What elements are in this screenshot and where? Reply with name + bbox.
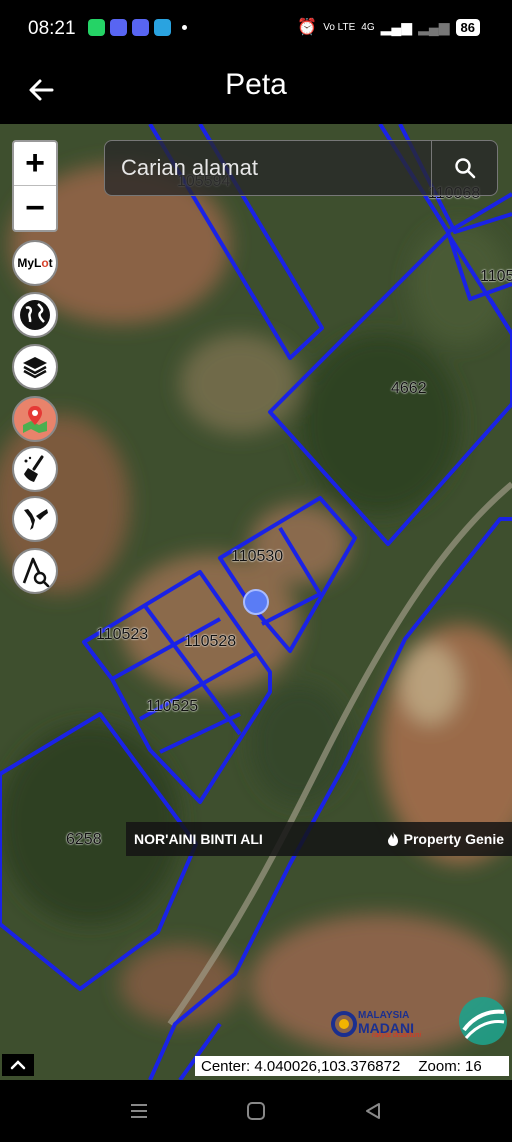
system-back-button[interactable] xyxy=(353,1091,393,1131)
measure-button[interactable] xyxy=(12,548,58,594)
zoom-control: + − xyxy=(12,140,58,232)
madani-logo: MALAYSIA MADANI rakyat disantuni xyxy=(330,1008,436,1042)
home-icon xyxy=(246,1102,265,1120)
map-pin-icon xyxy=(23,406,47,433)
triangle-back-icon xyxy=(366,1103,381,1119)
clear-button[interactable] xyxy=(12,446,58,492)
parcel-label[interactable]: 6258 xyxy=(66,831,102,849)
madani-tagline: rakyat disantuni xyxy=(372,1032,422,1039)
recents-icon xyxy=(130,1104,147,1118)
recents-button[interactable] xyxy=(119,1091,159,1131)
chevron-up-icon xyxy=(10,1060,26,1070)
mylot-icon: MyLot xyxy=(17,256,53,270)
map-pin-button[interactable] xyxy=(12,396,58,442)
alarm-icon: ⏰ xyxy=(297,19,318,36)
parcel-label[interactable]: 110528 xyxy=(184,633,236,651)
parcel-label[interactable]: 4662 xyxy=(391,380,427,398)
map-coordinates-bar: Center: 4.040026,103.376872 Zoom: 16 xyxy=(195,1056,509,1076)
status-indicators: ⏰ Vo LTE 4G ▂▄▆ ▂▄▆ 86 xyxy=(297,17,480,37)
property-genie-label: Property Genie xyxy=(403,831,504,847)
home-button[interactable] xyxy=(236,1091,276,1131)
status-bar: 08:21 ⏰ Vo LTE 4G ▂▄▆ ▂▄▆ 86 xyxy=(0,0,512,56)
owner-info-bar[interactable]: NOR'AINI BINTI ALI Property Genie xyxy=(126,822,512,856)
mylot-button[interactable]: MyLot xyxy=(12,240,58,286)
signal-icon-2: ▂▄▆ xyxy=(418,18,450,35)
discord-icon xyxy=(110,19,127,36)
parcel-label[interactable]: 110530 xyxy=(231,548,283,566)
zoom-in-button[interactable]: + xyxy=(14,142,56,186)
parcel-label[interactable]: 1105 xyxy=(480,268,512,286)
map-center: Center: 4.040026,103.376872 xyxy=(201,1057,401,1075)
search-button[interactable] xyxy=(431,141,497,195)
page-title: Peta xyxy=(225,68,287,101)
current-location-dot xyxy=(243,589,269,615)
globe-icon xyxy=(20,300,50,330)
status-notification-icons xyxy=(88,19,187,36)
measure-icon xyxy=(22,557,50,587)
search-input[interactable] xyxy=(105,141,433,195)
malaysia-map-button[interactable] xyxy=(12,496,58,542)
whatsapp-icon xyxy=(88,19,105,36)
madani-emblem-icon xyxy=(331,1011,357,1037)
satellite-imagery xyxy=(0,124,512,1080)
broom-icon xyxy=(24,455,44,482)
parcel-label[interactable]: 110523 xyxy=(96,626,148,644)
map-view[interactable]: 105594 110068 1105 4662 110530 110523 11… xyxy=(0,124,512,1080)
network-type: 4G xyxy=(361,21,375,33)
layers-icon xyxy=(23,357,47,379)
system-nav-bar xyxy=(0,1080,512,1142)
more-notifications-dot xyxy=(182,25,187,30)
layers-button[interactable] xyxy=(12,344,58,390)
parcel-label[interactable]: 110525 xyxy=(146,698,198,716)
expand-button[interactable] xyxy=(2,1054,34,1076)
battery-level: 86 xyxy=(455,18,480,36)
status-time: 08:21 xyxy=(28,18,76,39)
signal-icon: ▂▄▆ xyxy=(380,18,413,35)
owner-name: NOR'AINI BINTI ALI xyxy=(134,831,263,847)
property-genie-brand: Property Genie xyxy=(386,831,504,847)
globe-button[interactable] xyxy=(12,292,58,338)
map-zoom-level: Zoom: 16 xyxy=(418,1057,482,1075)
flame-icon xyxy=(387,832,398,846)
agency-logo-icon xyxy=(459,997,507,1045)
telegram-icon xyxy=(154,19,171,36)
volte-label: Vo LTE xyxy=(323,21,356,33)
malaysia-map-icon xyxy=(24,509,48,530)
zoom-out-button[interactable]: − xyxy=(14,186,56,230)
search-icon xyxy=(454,158,475,179)
discord-icon xyxy=(132,19,149,36)
app-bar: Peta xyxy=(0,56,512,124)
search-bar xyxy=(104,140,498,196)
